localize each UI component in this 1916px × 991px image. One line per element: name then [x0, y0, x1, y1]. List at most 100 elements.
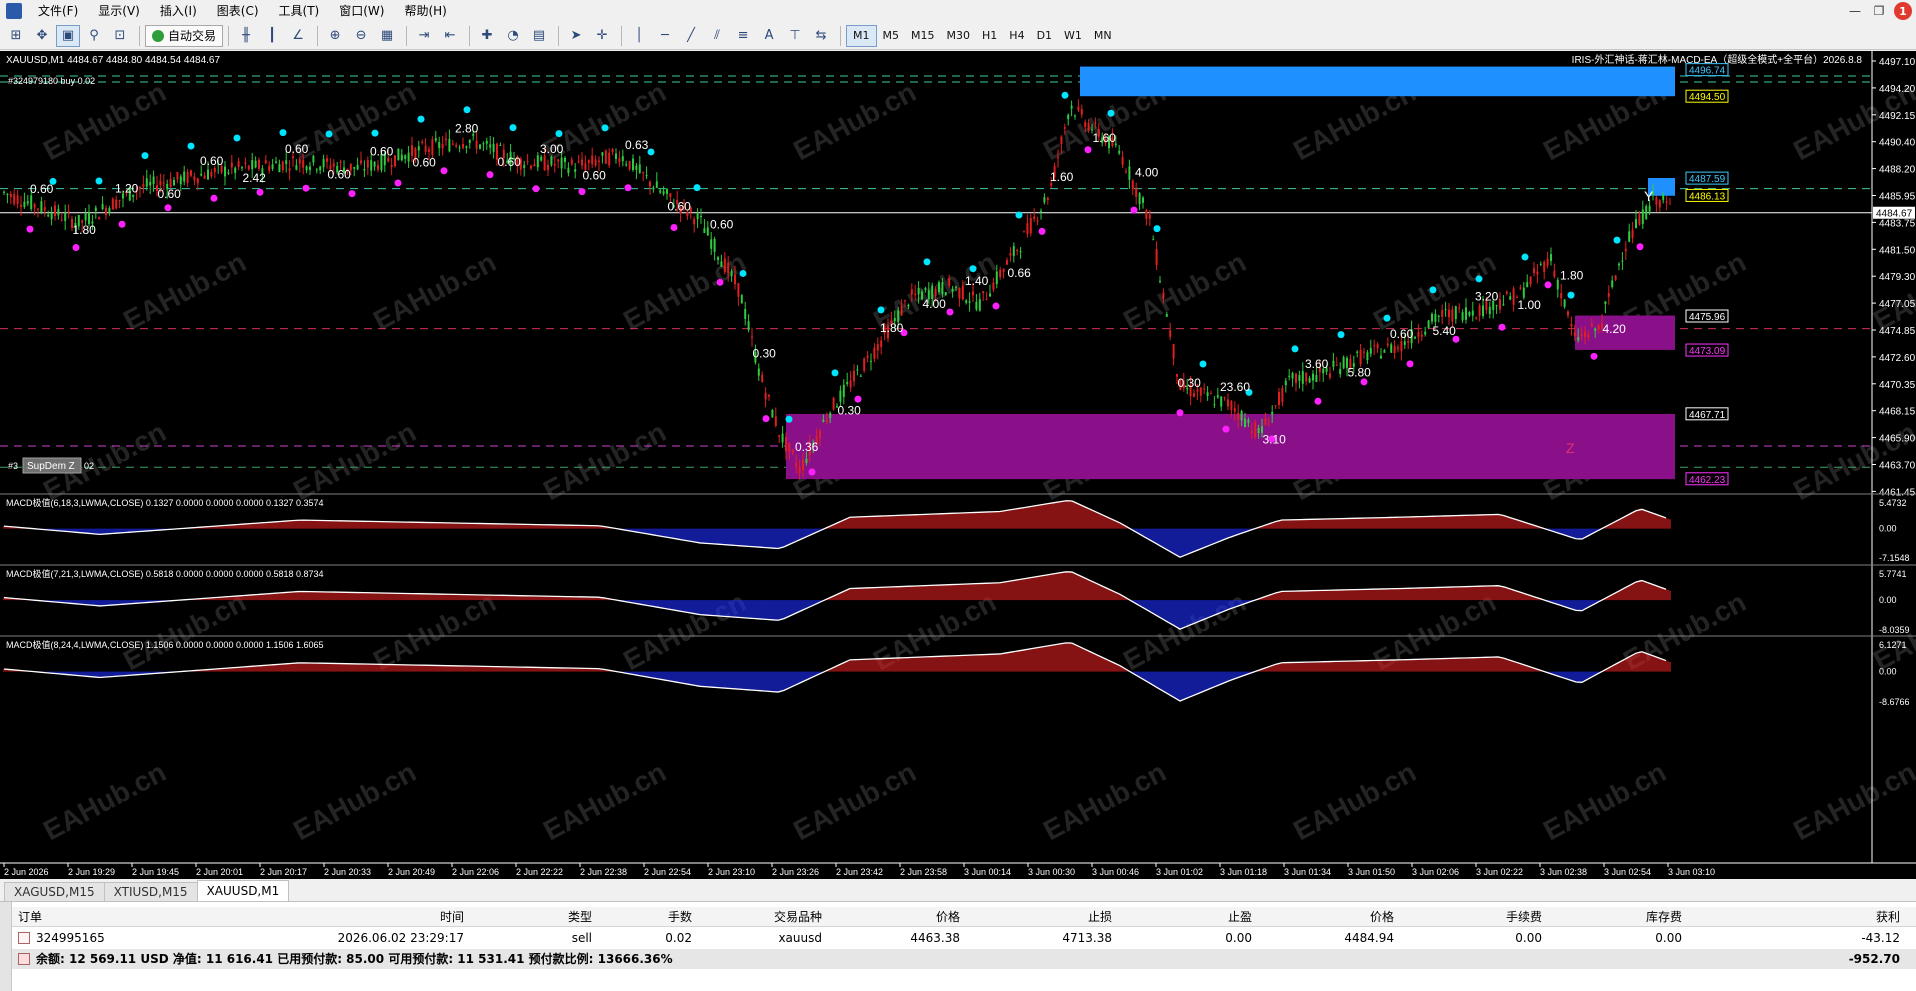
buy-signal-dot: [509, 124, 517, 132]
new-chart-icon[interactable]: ⊞: [4, 25, 28, 47]
candle-body: [1298, 375, 1301, 382]
watermark-text: EAHub.cn: [368, 246, 501, 336]
chart-shift-icon[interactable]: ⇤: [438, 25, 462, 47]
col-sl[interactable]: 止损: [982, 907, 1112, 927]
candle-body: [411, 145, 413, 156]
candlestick-icon[interactable]: ┃: [260, 25, 284, 47]
order-tp: 0.00: [1225, 931, 1252, 945]
order-row[interactable]: 324995165 2026.06.02 23:29:17 sell 0.02 …: [12, 928, 1916, 948]
text-label-icon[interactable]: ⊤: [783, 25, 807, 47]
candle-body: [968, 301, 971, 303]
y-tick-label: 4479.30: [1879, 272, 1916, 283]
time-tick-label: 3 Jun 02:54: [1604, 867, 1651, 877]
col-open-price[interactable]: 价格: [852, 907, 960, 927]
timeframe-w1[interactable]: W1: [1058, 25, 1088, 47]
symbol-tab-xauusd[interactable]: XAUUSD,M1: [196, 880, 290, 901]
zoom-out-icon[interactable]: ⊖: [349, 25, 373, 47]
candle-body: [1390, 344, 1393, 353]
trade-label: 3.20: [1475, 289, 1499, 303]
trendline-icon[interactable]: ╱: [679, 25, 703, 47]
vertical-line-icon[interactable]: │: [627, 25, 651, 47]
indicators-icon[interactable]: ✚: [475, 25, 499, 47]
candle-body: [210, 172, 213, 177]
menu-charts[interactable]: 图表(C): [207, 0, 269, 22]
time-tick-label: 2 Jun 23:10: [708, 867, 755, 877]
text-icon[interactable]: A: [757, 25, 781, 47]
col-price[interactable]: 价格: [1262, 907, 1394, 927]
candle-body: [914, 293, 917, 296]
bar-chart-icon[interactable]: ╫: [234, 25, 258, 47]
timeframe-h4[interactable]: H4: [1003, 25, 1030, 47]
y-tick-label: 4468.15: [1879, 407, 1916, 418]
restore-icon[interactable]: ❐: [1870, 2, 1888, 20]
candle-body: [649, 181, 651, 187]
terminal-icon[interactable]: ⊡: [108, 25, 132, 47]
timeframe-m30[interactable]: M30: [941, 25, 977, 47]
navigator-icon[interactable]: ⚲: [82, 25, 106, 47]
col-profit[interactable]: 获利: [1712, 907, 1900, 927]
watermark-text: EAHub.cn: [788, 76, 921, 166]
y-tick-label: 4470.35: [1879, 380, 1916, 391]
timeframe-h1[interactable]: H1: [976, 25, 1003, 47]
menu-insert[interactable]: 插入(I): [150, 0, 207, 22]
candle-body: [550, 156, 553, 166]
periods-icon[interactable]: ◔: [501, 25, 525, 47]
menu-file[interactable]: 文件(F): [28, 0, 88, 22]
col-swap[interactable]: 库存费: [1552, 907, 1682, 927]
macd-tick-label: 0.00: [1879, 595, 1897, 605]
candle-body: [1604, 301, 1607, 305]
symbol-tab-xagusd[interactable]: XAGUSD,M15: [4, 882, 105, 901]
col-time[interactable]: 时间: [362, 907, 464, 927]
fibonacci-icon[interactable]: ≡: [731, 25, 755, 47]
time-tick-label: 3 Jun 00:46: [1092, 867, 1139, 877]
horizontal-line-icon[interactable]: ─: [653, 25, 677, 47]
timeframe-m5[interactable]: M5: [877, 25, 906, 47]
symbol-tab-xtiusd[interactable]: XTIUSD,M15: [103, 882, 198, 901]
auto-scroll-icon[interactable]: ⇥: [412, 25, 436, 47]
candle-body: [1210, 393, 1212, 395]
chart-window[interactable]: EAHub.cn EAHub.cn EAHub.cn EAHub.cn EAHub.cn…: [0, 51, 1916, 879]
equidistant-channel-icon[interactable]: ⫽: [705, 25, 729, 47]
buy-signal-dot: [325, 130, 333, 138]
col-tp[interactable]: 止盈: [1122, 907, 1252, 927]
candle-body: [805, 458, 808, 464]
arrows-icon[interactable]: ⇆: [809, 25, 833, 47]
terminal-handle[interactable]: [0, 902, 12, 991]
profiles-icon[interactable]: ✥: [30, 25, 54, 47]
menu-help[interactable]: 帮助(H): [394, 0, 456, 22]
crosshair-icon[interactable]: ✛: [590, 25, 614, 47]
templates-icon[interactable]: ▤: [527, 25, 551, 47]
cursor-icon[interactable]: ➤: [564, 25, 588, 47]
col-lots[interactable]: 手数: [612, 907, 692, 927]
minimize-icon[interactable]: —: [1846, 2, 1864, 20]
supdem-prefix: #3: [8, 461, 18, 471]
candle-body: [281, 161, 284, 171]
col-type[interactable]: 类型: [492, 907, 592, 927]
watermark-text: EAHub.cn: [788, 756, 921, 846]
candle-body: [1145, 210, 1148, 219]
notification-badge[interactable]: 1: [1894, 2, 1912, 20]
menu-view[interactable]: 显示(V): [88, 0, 150, 22]
timeframe-m15[interactable]: M15: [905, 25, 941, 47]
candle-body: [394, 155, 396, 167]
macd-tick-label: 0.00: [1879, 667, 1897, 677]
price-chart[interactable]: EAHub.cn EAHub.cn EAHub.cn EAHub.cn EAHub.cn…: [0, 51, 1916, 879]
col-commission[interactable]: 手续费: [1412, 907, 1542, 927]
col-order[interactable]: 订单: [18, 907, 42, 927]
autotrade-button[interactable]: 自动交易: [145, 24, 224, 47]
menu-window[interactable]: 窗口(W): [329, 0, 394, 22]
menu-tools[interactable]: 工具(T): [269, 0, 330, 22]
timeframe-d1[interactable]: D1: [1031, 25, 1058, 47]
candle-body: [40, 201, 43, 212]
candle-body: [791, 450, 794, 453]
timeframe-m1[interactable]: M1: [846, 24, 877, 47]
timeframe-mn[interactable]: MN: [1088, 25, 1118, 47]
col-symbol[interactable]: 交易品种: [702, 907, 822, 927]
zoom-in-icon[interactable]: ⊕: [323, 25, 347, 47]
line-chart-icon[interactable]: ∠: [286, 25, 310, 47]
candle-body: [621, 156, 624, 162]
tile-windows-icon[interactable]: ▦: [375, 25, 399, 47]
market-watch-icon[interactable]: ▣: [56, 24, 80, 47]
candle-body: [1023, 231, 1025, 233]
candle-body: [1036, 220, 1039, 222]
